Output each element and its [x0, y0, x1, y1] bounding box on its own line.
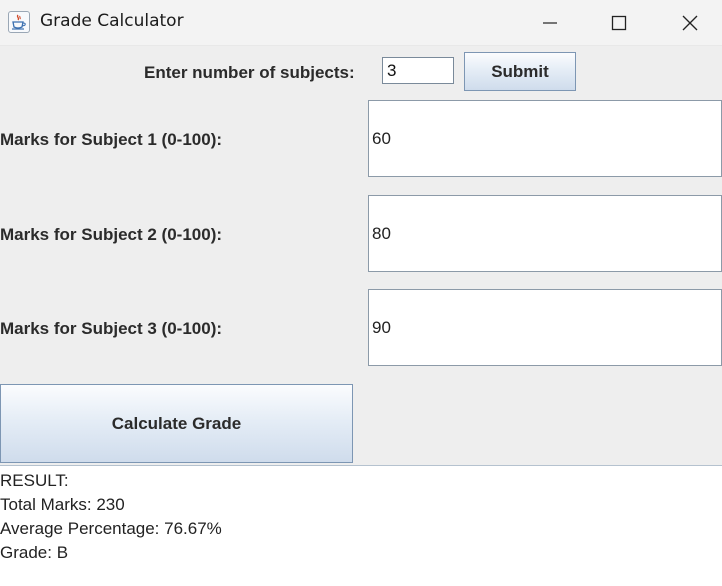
subject-1-marks-input[interactable]: 60	[368, 100, 722, 177]
java-coffee-icon	[8, 11, 30, 33]
close-button[interactable]	[661, 0, 719, 45]
title-bar: Grade Calculator	[0, 0, 722, 46]
calculate-grade-button[interactable]: Calculate Grade	[0, 384, 353, 463]
subject-1-label: Marks for Subject 1 (0-100):	[0, 130, 223, 149]
close-icon	[682, 15, 698, 30]
result-grade: Grade: B	[0, 543, 69, 562]
subjects-count-label: Enter number of subjects:	[144, 63, 355, 82]
subjects-count-input[interactable]: 3	[382, 57, 454, 84]
submit-button[interactable]: Submit	[464, 52, 576, 91]
subject-3-marks-input[interactable]: 90	[368, 289, 722, 366]
result-text-area[interactable]: RESULT: Total Marks: 230 Average Percent…	[0, 465, 722, 586]
window-title: Grade Calculator	[40, 11, 184, 31]
subject-3-label: Marks for Subject 3 (0-100):	[0, 319, 223, 338]
result-total-marks: Total Marks: 230	[0, 495, 125, 514]
minimize-icon	[543, 21, 557, 24]
result-heading: RESULT:	[0, 471, 69, 490]
subject-2-marks-input[interactable]: 80	[368, 195, 722, 272]
maximize-button[interactable]	[590, 0, 648, 45]
minimize-button[interactable]	[521, 0, 579, 45]
maximize-icon	[611, 15, 627, 30]
subject-2-label: Marks for Subject 2 (0-100):	[0, 225, 223, 244]
result-average-percentage: Average Percentage: 76.67%	[0, 519, 222, 538]
